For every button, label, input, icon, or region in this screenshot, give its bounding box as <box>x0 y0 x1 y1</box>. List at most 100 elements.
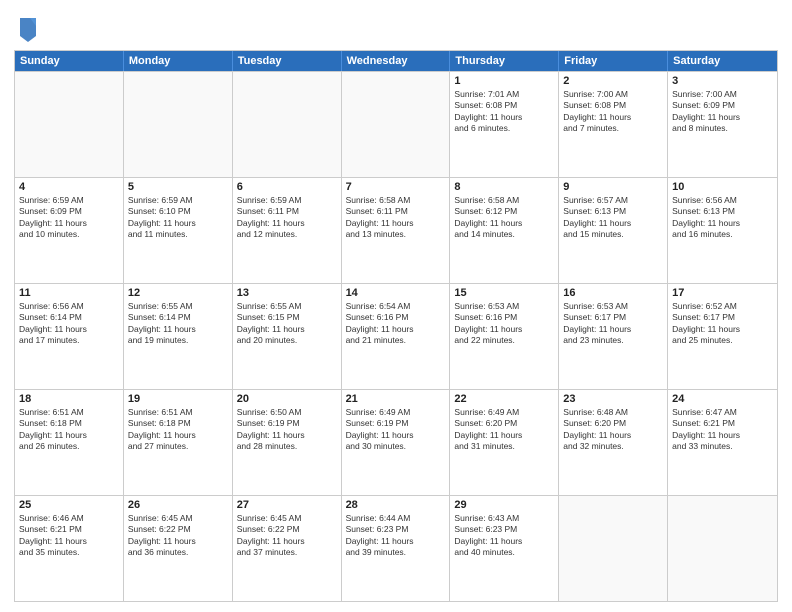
calendar-cell: 10 Sunrise: 6:56 AM Sunset: 6:13 PM Dayli… <box>668 178 777 283</box>
calendar-cell: 27Sunrise: 6:45 AM Sunset: 6:22 PM Dayli… <box>233 496 342 601</box>
calendar-cell: 21 Sunrise: 6:49 AM Sunset: 6:19 PM Dayli… <box>342 390 451 495</box>
calendar-cell: 15 Sunrise: 6:53 AM Sunset: 6:16 PM Dayli… <box>450 284 559 389</box>
calendar-cell: 20Sunrise: 6:50 AM Sunset: 6:19 PM Dayli… <box>233 390 342 495</box>
calendar-cell: 17 Sunrise: 6:52 AM Sunset: 6:17 PM Dayli… <box>668 284 777 389</box>
calendar-cell <box>668 496 777 601</box>
calendar-cell: 26 Sunrise: 6:45 AM Sunset: 6:22 PM Dayli… <box>124 496 233 601</box>
cell-day-number: 21 <box>346 393 446 405</box>
calendar-row-1: 4 Sunrise: 6:59 AM Sunset: 6:09 PM Daylig… <box>15 177 777 283</box>
cell-day-number: 22 <box>454 393 554 405</box>
cell-info-text: Sunrise: 6:43 AM Sunset: 6:23 PM Dayligh… <box>454 513 554 559</box>
cell-info-text: Sunrise: 6:52 AM Sunset: 6:17 PM Dayligh… <box>672 301 773 347</box>
cell-info-text: Sunrise: 6:59 AM Sunset: 6:11 PM Dayligh… <box>237 195 337 241</box>
cell-info-text: Sunrise: 6:58 AM Sunset: 6:12 PM Dayligh… <box>454 195 554 241</box>
cell-day-number: 24 <box>672 393 773 405</box>
cell-day-number: 18 <box>19 393 119 405</box>
calendar-cell: 23 Sunrise: 6:48 AM Sunset: 6:20 PM Dayli… <box>559 390 668 495</box>
cell-day-number: 14 <box>346 287 446 299</box>
calendar-cell: 28 Sunrise: 6:44 AM Sunset: 6:23 PM Dayli… <box>342 496 451 601</box>
calendar-cell: 4 Sunrise: 6:59 AM Sunset: 6:09 PM Daylig… <box>15 178 124 283</box>
cell-day-number: 16 <box>563 287 663 299</box>
calendar-header: Sunday Monday Tuesday Wednesday Thursday… <box>15 51 777 71</box>
cell-info-text: Sunrise: 6:47 AM Sunset: 6:21 PM Dayligh… <box>672 407 773 453</box>
calendar-cell: 12 Sunrise: 6:55 AM Sunset: 6:14 PM Dayli… <box>124 284 233 389</box>
calendar-cell: 1Sunrise: 7:01 AM Sunset: 6:08 PM Daylig… <box>450 72 559 177</box>
cell-day-number: 8 <box>454 181 554 193</box>
cell-day-number: 11 <box>19 287 119 299</box>
header-friday: Friday <box>559 51 668 71</box>
header-thursday: Thursday <box>450 51 559 71</box>
calendar-cell: 6 Sunrise: 6:59 AM Sunset: 6:11 PM Daylig… <box>233 178 342 283</box>
cell-info-text: Sunrise: 6:54 AM Sunset: 6:16 PM Dayligh… <box>346 301 446 347</box>
calendar-cell: 7 Sunrise: 6:58 AM Sunset: 6:11 PM Daylig… <box>342 178 451 283</box>
cell-info-text: Sunrise: 6:56 AM Sunset: 6:13 PM Dayligh… <box>672 195 773 241</box>
cell-info-text: Sunrise: 6:51 AM Sunset: 6:18 PM Dayligh… <box>19 407 119 453</box>
cell-info-text: Sunrise: 6:45 AM Sunset: 6:22 PM Dayligh… <box>128 513 228 559</box>
calendar-row-0: 1Sunrise: 7:01 AM Sunset: 6:08 PM Daylig… <box>15 71 777 177</box>
calendar-cell: 18 Sunrise: 6:51 AM Sunset: 6:18 PM Dayli… <box>15 390 124 495</box>
cell-day-number: 10 <box>672 181 773 193</box>
cell-day-number: 3 <box>672 75 773 87</box>
cell-info-text: Sunrise: 6:58 AM Sunset: 6:11 PM Dayligh… <box>346 195 446 241</box>
calendar-cell: 14 Sunrise: 6:54 AM Sunset: 6:16 PM Dayli… <box>342 284 451 389</box>
calendar-cell: 29 Sunrise: 6:43 AM Sunset: 6:23 PM Dayli… <box>450 496 559 601</box>
cell-day-number: 23 <box>563 393 663 405</box>
calendar-cell: 2 Sunrise: 7:00 AM Sunset: 6:08 PM Daylig… <box>559 72 668 177</box>
cell-day-number: 2 <box>563 75 663 87</box>
cell-info-text: Sunrise: 6:59 AM Sunset: 6:09 PM Dayligh… <box>19 195 119 241</box>
cell-info-text: Sunrise: 6:49 AM Sunset: 6:20 PM Dayligh… <box>454 407 554 453</box>
cell-day-number: 12 <box>128 287 228 299</box>
cell-day-number: 15 <box>454 287 554 299</box>
cell-info-text: Sunrise: 6:51 AM Sunset: 6:18 PM Dayligh… <box>128 407 228 453</box>
cell-day-number: 29 <box>454 499 554 511</box>
cell-day-number: 17 <box>672 287 773 299</box>
calendar-cell: 9 Sunrise: 6:57 AM Sunset: 6:13 PM Daylig… <box>559 178 668 283</box>
cell-info-text: Sunrise: 6:44 AM Sunset: 6:23 PM Dayligh… <box>346 513 446 559</box>
cell-info-text: Sunrise: 6:55 AM Sunset: 6:15 PM Dayligh… <box>237 301 337 347</box>
header-monday: Monday <box>124 51 233 71</box>
header <box>14 10 778 44</box>
cell-info-text: Sunrise: 6:57 AM Sunset: 6:13 PM Dayligh… <box>563 195 663 241</box>
cell-day-number: 19 <box>128 393 228 405</box>
cell-info-text: Sunrise: 6:55 AM Sunset: 6:14 PM Dayligh… <box>128 301 228 347</box>
cell-day-number: 9 <box>563 181 663 193</box>
cell-day-number: 7 <box>346 181 446 193</box>
cell-info-text: Sunrise: 7:00 AM Sunset: 6:08 PM Dayligh… <box>563 89 663 135</box>
calendar-cell: 22 Sunrise: 6:49 AM Sunset: 6:20 PM Dayli… <box>450 390 559 495</box>
cell-info-text: Sunrise: 6:56 AM Sunset: 6:14 PM Dayligh… <box>19 301 119 347</box>
cell-day-number: 28 <box>346 499 446 511</box>
calendar-cell: 25 Sunrise: 6:46 AM Sunset: 6:21 PM Dayli… <box>15 496 124 601</box>
calendar-cell: 11 Sunrise: 6:56 AM Sunset: 6:14 PM Dayli… <box>15 284 124 389</box>
header-sunday: Sunday <box>15 51 124 71</box>
cell-info-text: Sunrise: 6:50 AM Sunset: 6:19 PM Dayligh… <box>237 407 337 453</box>
cell-day-number: 4 <box>19 181 119 193</box>
cell-info-text: Sunrise: 6:53 AM Sunset: 6:16 PM Dayligh… <box>454 301 554 347</box>
calendar-cell <box>342 72 451 177</box>
calendar-cell: 19 Sunrise: 6:51 AM Sunset: 6:18 PM Dayli… <box>124 390 233 495</box>
logo <box>14 14 40 44</box>
cell-day-number: 25 <box>19 499 119 511</box>
cell-info-text: Sunrise: 6:59 AM Sunset: 6:10 PM Dayligh… <box>128 195 228 241</box>
cell-day-number: 1 <box>454 75 554 87</box>
calendar-cell: 3Sunrise: 7:00 AM Sunset: 6:09 PM Daylig… <box>668 72 777 177</box>
calendar-row-4: 25 Sunrise: 6:46 AM Sunset: 6:21 PM Dayli… <box>15 495 777 601</box>
cell-day-number: 13 <box>237 287 337 299</box>
cell-day-number: 6 <box>237 181 337 193</box>
cell-info-text: Sunrise: 6:49 AM Sunset: 6:19 PM Dayligh… <box>346 407 446 453</box>
cell-info-text: Sunrise: 6:48 AM Sunset: 6:20 PM Dayligh… <box>563 407 663 453</box>
header-wednesday: Wednesday <box>342 51 451 71</box>
header-tuesday: Tuesday <box>233 51 342 71</box>
calendar-cell: 24 Sunrise: 6:47 AM Sunset: 6:21 PM Dayli… <box>668 390 777 495</box>
header-saturday: Saturday <box>668 51 777 71</box>
cell-info-text: Sunrise: 6:46 AM Sunset: 6:21 PM Dayligh… <box>19 513 119 559</box>
cell-info-text: Sunrise: 6:53 AM Sunset: 6:17 PM Dayligh… <box>563 301 663 347</box>
calendar-cell <box>124 72 233 177</box>
calendar-row-3: 18 Sunrise: 6:51 AM Sunset: 6:18 PM Dayli… <box>15 389 777 495</box>
calendar: Sunday Monday Tuesday Wednesday Thursday… <box>14 50 778 602</box>
calendar-row-2: 11 Sunrise: 6:56 AM Sunset: 6:14 PM Dayli… <box>15 283 777 389</box>
calendar-cell: 13 Sunrise: 6:55 AM Sunset: 6:15 PM Dayli… <box>233 284 342 389</box>
cell-day-number: 5 <box>128 181 228 193</box>
cell-day-number: 27 <box>237 499 337 511</box>
calendar-cell: 5 Sunrise: 6:59 AM Sunset: 6:10 PM Daylig… <box>124 178 233 283</box>
cell-day-number: 26 <box>128 499 228 511</box>
